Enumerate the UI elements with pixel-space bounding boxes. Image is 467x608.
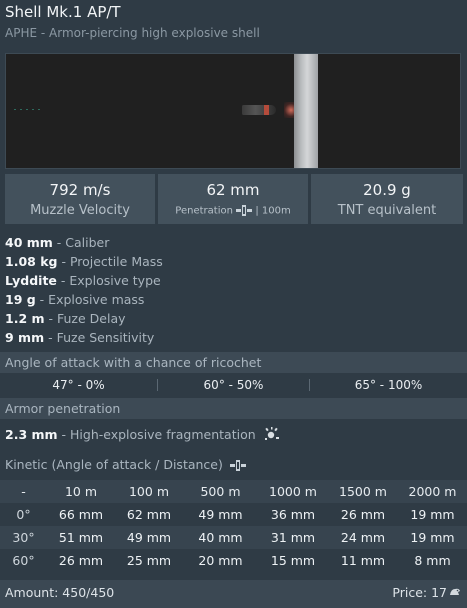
distance-header: 500 m (200, 484, 241, 499)
shell-subtitle: APHE - Armor-piercing high explosive she… (5, 26, 260, 40)
penetration-box: 62 mm Penetration | 100m (158, 174, 308, 224)
table-cell: 36 mm (270, 507, 316, 522)
table-cell: 26 mm (340, 507, 386, 522)
he-fragmentation-line: 2.3 mm - High-explosive fragmentation (5, 426, 280, 444)
angle-cell: 60° (12, 553, 35, 568)
shell-info-panel: Shell Mk.1 AP/T APHE - Armor-piercing hi… (0, 0, 467, 608)
table-cell: 25 mm (126, 553, 172, 568)
table-cell: 62 mm (126, 507, 172, 522)
ricochet-cell: 60° - 50% (203, 378, 264, 392)
silver-lions-icon (450, 588, 460, 595)
he-value: 2.3 mm (5, 427, 58, 442)
amount-text: Amount: 450/450 (5, 585, 115, 600)
kinetic-title: Kinetic (Angle of attack / Distance) (5, 457, 223, 472)
tnt-label: TNT equivalent (337, 203, 437, 218)
table-cell: 20 mm (198, 553, 243, 568)
he-name: High-explosive fragmentation (70, 427, 256, 442)
table-row: 30° 51 mm 49 mm 40 mm 31 mm 24 mm 19 mm (0, 526, 467, 549)
table-row: 0° 66 mm 62 mm 49 mm 36 mm 26 mm 19 mm (0, 503, 467, 526)
distance-header: 1500 m (339, 484, 387, 499)
muzzle-velocity-label: Muzzle Velocity (30, 203, 130, 218)
penetration-table: - 10 m 100 m 500 m 1000 m 1500 m 2000 m … (0, 480, 467, 572)
armor-plate (294, 54, 318, 168)
table-cell: 51 mm (58, 530, 104, 545)
ricochet-cell: 47° - 0% (52, 378, 105, 392)
ricochet-cell: 65° - 100% (354, 378, 423, 392)
shell-preview-image (5, 53, 461, 169)
table-cell: 49 mm (198, 507, 243, 522)
distance-header: 2000 m (408, 484, 457, 499)
penetration-icon (236, 205, 253, 216)
table-cell: 31 mm (270, 530, 316, 545)
price-display: Price: 17 (392, 580, 461, 606)
property-fuze-sensitivity: 9 mm - Fuze Sensitivity (5, 330, 155, 345)
table-cell: 15 mm (270, 553, 316, 568)
shell-band (264, 105, 269, 115)
angle-cell: 30° (12, 530, 35, 545)
shell-projectile (242, 105, 276, 115)
property-explosive-type: Lyddite - Explosive type (5, 273, 161, 288)
header: Shell Mk.1 AP/T APHE - Armor-piercing hi… (0, 0, 467, 48)
table-cell: 11 mm (340, 553, 386, 568)
kinetic-header: Kinetic (Angle of attack / Distance) (0, 454, 467, 476)
table-header-row: - 10 m 100 m 500 m 1000 m 1500 m 2000 m (0, 480, 467, 503)
table-cell: 8 mm (414, 553, 451, 568)
penetration-distance: | 100m (255, 205, 291, 217)
property-mass: 1.08 kg - Projectile Mass (5, 254, 163, 269)
distance-header: 10 m (64, 484, 98, 499)
property-explosive-mass: 19 g - Explosive mass (5, 292, 145, 307)
properties-list: 40 mm - Caliber 1.08 kg - Projectile Mas… (5, 233, 461, 347)
shell-trail (14, 109, 44, 110)
shell-title: Shell Mk.1 AP/T (5, 3, 121, 21)
muzzle-velocity-value: 792 m/s (49, 181, 111, 199)
table-row: 60° 26 mm 25 mm 20 mm 15 mm 11 mm 8 mm (0, 549, 467, 572)
muzzle-velocity-box: 792 m/s Muzzle Velocity (5, 174, 155, 224)
distance-header: 1000 m (269, 484, 317, 499)
tnt-value: 20.9 g (363, 181, 411, 199)
table-cell: 40 mm (198, 530, 243, 545)
property-fuze-delay: 1.2 m - Fuze Delay (5, 311, 126, 326)
table-cell: 26 mm (58, 553, 104, 568)
angle-cell: 0° (16, 507, 31, 522)
price-text: Price: 17 (392, 585, 447, 600)
distance-header: 100 m (128, 484, 169, 499)
footer: Amount: 450/450 Price: 17 (0, 580, 467, 608)
penetration-label: Penetration (175, 205, 233, 217)
table-cell: 19 mm (410, 530, 455, 545)
table-cell: 19 mm (410, 507, 455, 522)
tnt-box: 20.9 g TNT equivalent (311, 174, 463, 224)
ricochet-header: Angle of attack with a chance of ricoche… (0, 352, 467, 373)
penetration-label-row: Penetration | 100m (158, 205, 308, 217)
table-corner: - (21, 484, 26, 499)
fragmentation-icon (264, 427, 279, 440)
ricochet-row: 47° - 0% 60° - 50% 65° - 100% (0, 375, 467, 395)
table-cell: 24 mm (340, 530, 386, 545)
penetration-icon (229, 460, 246, 471)
property-caliber: 40 mm - Caliber (5, 235, 110, 250)
table-cell: 66 mm (58, 507, 104, 522)
penetration-value: 62 mm (206, 181, 260, 199)
table-cell: 49 mm (126, 530, 172, 545)
stats-row: 792 m/s Muzzle Velocity 62 mm Penetratio… (5, 174, 463, 226)
armor-penetration-header: Armor penetration (0, 398, 467, 419)
